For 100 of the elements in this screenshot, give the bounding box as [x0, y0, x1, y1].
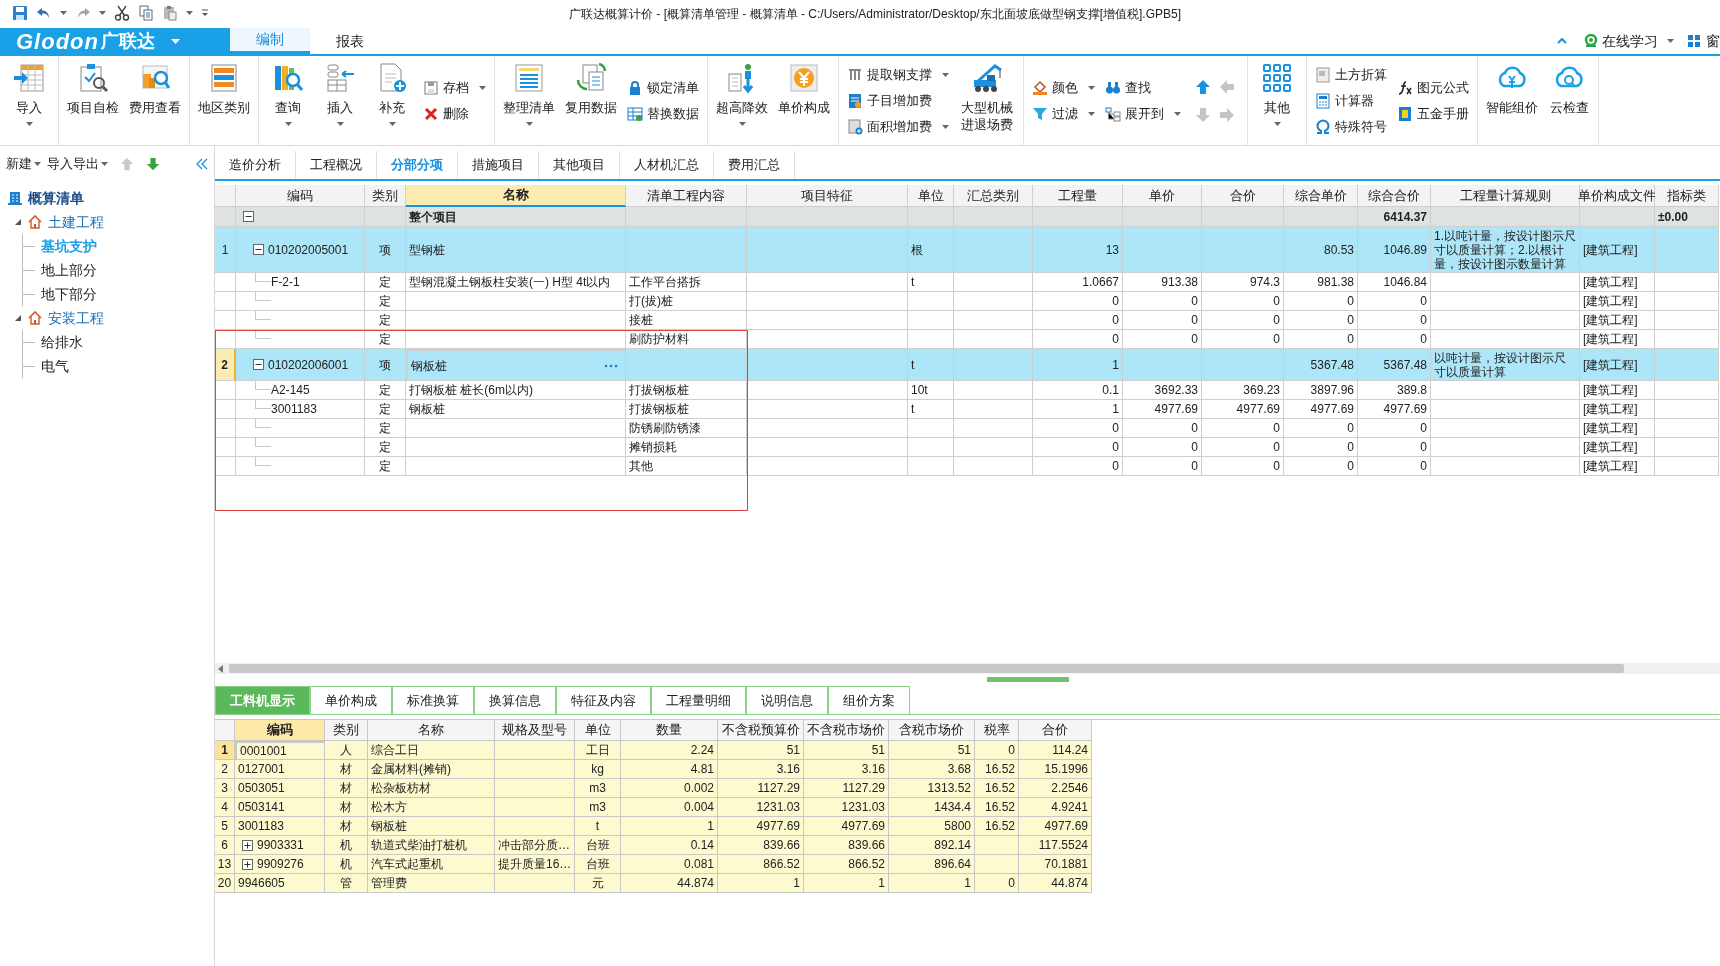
tree-item[interactable]: 地下部分	[41, 283, 97, 305]
row-number[interactable]: 4	[215, 798, 235, 817]
tab[interactable]: 人材机汇总	[620, 151, 714, 179]
ribbon-button[interactable]: 过滤	[1030, 102, 1097, 125]
tree-item[interactable]: 给排水	[41, 331, 83, 353]
column-header[interactable]: 单位	[575, 720, 621, 741]
ribbon-button[interactable]: 提取钢支撑	[845, 63, 951, 86]
row-number[interactable]: 5	[215, 817, 235, 836]
tab[interactable]: 措施项目	[458, 151, 539, 179]
row-number[interactable]: 2	[215, 349, 236, 381]
column-header[interactable]: 类别	[365, 185, 406, 207]
column-header[interactable]: 名称	[406, 185, 626, 207]
tab[interactable]: 其他项目	[539, 151, 620, 179]
tab[interactable]: 费用汇总	[714, 151, 795, 179]
copy-icon[interactable]	[138, 5, 154, 21]
ribbon-button[interactable]: 整理清单	[499, 56, 559, 145]
ribbon-button[interactable]: 超高降效	[712, 56, 772, 145]
paste-icon[interactable]	[162, 5, 178, 21]
toolbar-button[interactable]: 导入导出	[47, 154, 108, 174]
ribbon-button[interactable]: 地区类别	[194, 56, 254, 145]
column-header[interactable]: 数量	[621, 720, 718, 741]
ribbon-button[interactable]: 替换数据	[625, 102, 701, 125]
row-number[interactable]	[215, 381, 236, 400]
row-number[interactable]: 2	[215, 760, 235, 779]
ribbon-button[interactable]: 导入	[4, 56, 54, 145]
ribbon-button[interactable]: 子目增加费	[845, 89, 951, 112]
collapse-icon[interactable]	[196, 158, 208, 170]
ribbon-button[interactable]: 查找	[1103, 76, 1183, 99]
tab[interactable]: 特征及内容	[556, 686, 651, 714]
online-learning-button[interactable]: 在线学习	[1583, 30, 1682, 52]
ribbon-button[interactable]: 土方折算	[1313, 63, 1389, 86]
tree-item[interactable]: 安装工程	[48, 307, 104, 329]
tab[interactable]: 造价分析	[215, 151, 296, 179]
ribbon-button[interactable]: 展开到	[1103, 102, 1183, 125]
splitter-handle[interactable]	[986, 677, 1069, 682]
column-header[interactable]: 不含税市场价	[804, 720, 889, 741]
ribbon-button[interactable]: 查询	[263, 56, 313, 145]
column-header[interactable]: 税率	[975, 720, 1019, 741]
collapse-row-icon[interactable]	[243, 211, 254, 222]
ribbon-button[interactable]: 费用查看	[125, 56, 185, 145]
column-header[interactable]: 编码	[235, 720, 325, 741]
column-header[interactable]: 类别	[325, 720, 368, 741]
menu-tab[interactable]: 报表	[310, 28, 390, 54]
column-header[interactable]: 单价	[1123, 185, 1202, 207]
ribbon-button[interactable]: 删除	[421, 102, 488, 125]
scroll-left-icon[interactable]	[217, 664, 225, 673]
tree-item[interactable]: 电气	[41, 355, 69, 377]
column-header[interactable]: 工程量计算规则	[1431, 185, 1580, 207]
expanded-icon[interactable]	[14, 314, 22, 322]
scissors-icon[interactable]	[114, 5, 130, 21]
ribbon-button[interactable]: 面积增加费	[845, 115, 951, 138]
column-header[interactable]: 综合单价	[1284, 185, 1358, 207]
row-number[interactable]: 1	[215, 741, 235, 760]
column-header[interactable]: 合价	[1202, 185, 1284, 207]
ribbon-button[interactable]: 计算器	[1313, 89, 1389, 112]
column-header[interactable]: 编码	[236, 185, 365, 207]
column-header[interactable]: 合价	[1019, 720, 1092, 741]
row-number[interactable]: 20	[215, 874, 235, 893]
ribbon-button[interactable]: 大型机械进退场费	[955, 56, 1019, 145]
arrow-up-icon[interactable]	[1195, 78, 1211, 95]
row-number[interactable]	[215, 400, 236, 419]
column-header[interactable]: 清单工程内容	[626, 185, 747, 207]
ribbon-button[interactable]: 复用数据	[561, 56, 621, 145]
row-number[interactable]: 1	[215, 227, 236, 273]
expanded-icon[interactable]	[14, 218, 22, 226]
scrollbar-thumb[interactable]	[229, 664, 1624, 673]
column-header[interactable]: 含税市场价	[889, 720, 975, 741]
ribbon-button[interactable]: 图元公式	[1395, 76, 1471, 99]
ribbon-button[interactable]: 项目自检	[63, 56, 123, 145]
tab[interactable]: 标准换算	[392, 686, 474, 714]
customize-icon[interactable]	[201, 9, 209, 17]
column-header[interactable]: 规格及型号	[495, 720, 575, 741]
tab[interactable]: 说明信息	[746, 686, 828, 714]
tree-item[interactable]: 地上部分	[41, 259, 97, 281]
ribbon-button[interactable]: 单价构成	[774, 56, 834, 145]
window-menu[interactable]: 窗	[1688, 30, 1720, 52]
row-number[interactable]: 6	[215, 836, 235, 855]
tree-item[interactable]: 土建工程	[48, 211, 104, 233]
ribbon-button[interactable]: 五金手册	[1395, 102, 1471, 125]
column-header[interactable]: 汇总类别	[954, 185, 1033, 207]
column-header[interactable]: 项目特征	[747, 185, 908, 207]
row-number[interactable]	[215, 438, 236, 457]
collapse-row-icon[interactable]	[253, 244, 264, 255]
toolbar-button[interactable]: 新建	[6, 154, 41, 174]
expand-row-icon[interactable]	[242, 858, 253, 870]
tab[interactable]: 换算信息	[474, 686, 556, 714]
row-number[interactable]: 13	[215, 855, 235, 874]
ribbon-button[interactable]: 特殊符号	[1313, 115, 1389, 138]
ribbon-button[interactable]: 补充	[367, 56, 417, 145]
column-header[interactable]: 指标类	[1655, 185, 1719, 207]
column-header[interactable]: 工程量	[1033, 185, 1123, 207]
column-header[interactable]: 单价构成文件	[1580, 185, 1655, 207]
row-number[interactable]	[215, 457, 236, 476]
collapse-row-icon[interactable]	[253, 359, 264, 370]
tab[interactable]: 单价构成	[310, 686, 392, 714]
ribbon-button[interactable]: 存档	[421, 76, 488, 99]
row-number[interactable]	[215, 419, 236, 438]
column-header[interactable]: 名称	[368, 720, 495, 741]
ribbon-button[interactable]: 智能组价	[1482, 56, 1542, 145]
arrow-down-icon[interactable]	[146, 157, 160, 171]
